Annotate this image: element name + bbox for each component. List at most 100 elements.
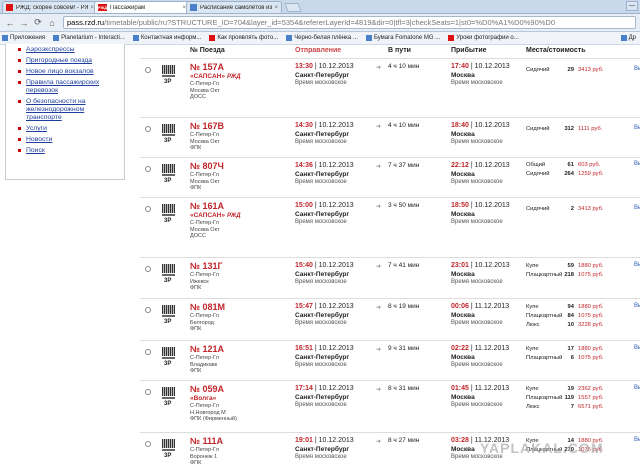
- seat-count: 218: [564, 272, 574, 278]
- train-select-radio[interactable]: [145, 67, 151, 73]
- train-icon: [162, 65, 175, 74]
- departure-timezone: Время московское: [295, 139, 347, 145]
- bookmark-bw-film[interactable]: Черно-белая плёнка ...: [286, 35, 358, 41]
- train-number[interactable]: № 131Г: [190, 261, 223, 271]
- train-class: 3Р: [164, 401, 172, 407]
- bookmark-fomatone[interactable]: Бумага Fomatone MG ...: [365, 35, 440, 41]
- sidebar-menu: Аэроэкспрессы Пригородные поезда Новое л…: [5, 44, 125, 180]
- sidebar-item-news[interactable]: Новости: [6, 136, 124, 144]
- departure-time: 17:14 | 10.12.2013: [295, 385, 354, 392]
- sidebar-item-rules[interactable]: Правила пассажирских перевозок: [6, 79, 124, 95]
- tab-passengers[interactable]: РЖД Пассажирам ×: [94, 1, 190, 13]
- sidebar-item-services[interactable]: Услуги: [6, 125, 124, 133]
- tab-flights[interactable]: Расписание самолётов из С ×: [186, 1, 282, 13]
- train-company: ДОСС: [190, 94, 206, 100]
- train-class: 3Р: [164, 218, 172, 224]
- table-row[interactable]: 3Р № 121А С-Петер-Гл Владикавк ФПК 16:51 | 10…: [140, 340, 640, 380]
- departure-time: 15:47 | 10.12.2013: [295, 303, 354, 310]
- train-company: ФПК: [190, 460, 202, 466]
- train-class: 3Р: [164, 319, 172, 325]
- buy-button[interactable]: Вы: [634, 385, 640, 391]
- seat-price: 3413 руб.: [578, 206, 604, 212]
- new-tab-button[interactable]: [284, 3, 302, 12]
- bookmark-contacts[interactable]: Контактная информ...: [132, 35, 201, 41]
- train-icon: [162, 164, 175, 173]
- table-row[interactable]: 3Р № 131Г С-Петер-Гл Ижевск ФПК 15:40 | 10.12…: [140, 257, 640, 298]
- departure-timezone: Время московское: [295, 454, 347, 460]
- close-tab-icon[interactable]: ×: [274, 5, 278, 11]
- train-number[interactable]: № 807Ч: [190, 161, 224, 171]
- sidebar-item-stations[interactable]: Новое лицо вокзалов: [6, 68, 124, 76]
- train-select-radio[interactable]: [145, 166, 151, 172]
- seat-type: Купе: [526, 346, 539, 352]
- train-select-radio[interactable]: [145, 126, 151, 132]
- col-departure[interactable]: Отправление: [295, 47, 341, 54]
- buy-button[interactable]: Вы: [634, 161, 640, 167]
- bookmark-planetarium[interactable]: Planetarium - Interacti...: [53, 35, 125, 41]
- seat-type: Плацкартный: [526, 313, 563, 319]
- train-select-radio[interactable]: [145, 307, 151, 313]
- departure-timezone: Время московское: [295, 219, 347, 225]
- buy-button[interactable]: Вы: [634, 125, 640, 131]
- buy-button[interactable]: Вы: [634, 66, 640, 72]
- back-arrow-icon[interactable]: ←: [4, 17, 16, 29]
- table-row[interactable]: 3Р № 161А «САПСАН» РЖД С-Петер-Гл Москва Окт Д…: [140, 197, 640, 257]
- rzd-logo-favicon-icon: РЖД: [98, 4, 108, 11]
- train-number[interactable]: № 167В: [190, 121, 224, 131]
- train-rail-icon: [162, 75, 175, 77]
- minimize-window-button[interactable]: —: [626, 1, 638, 11]
- table-row[interactable]: 3Р № 807Ч С-Петер-Гл Москва Окт ФПК 14:36 | 1…: [140, 157, 640, 197]
- sidebar-item-search[interactable]: Поиск: [6, 147, 124, 155]
- tab-label: Расписание самолётов из С: [200, 4, 273, 11]
- col-duration[interactable]: В пути: [388, 47, 411, 54]
- reload-icon[interactable]: ⟳: [32, 17, 44, 29]
- seat-price: 1880 руб.: [578, 263, 604, 269]
- arrow-right-icon: ➜: [376, 387, 382, 393]
- arrival-time: 17:40 | 10.12.2013: [451, 63, 510, 70]
- train-number[interactable]: № 161А: [190, 201, 224, 211]
- train-number[interactable]: № 059А: [190, 384, 224, 394]
- travel-duration: 8 ч 19 мин: [388, 303, 420, 310]
- tab-rzd[interactable]: РЖД: скорее совсем! - РЖД ×: [2, 1, 98, 13]
- buy-button[interactable]: Вы: [634, 303, 640, 309]
- train-icon: [162, 124, 175, 133]
- col-arrival[interactable]: Прибытие: [451, 47, 487, 54]
- buy-button[interactable]: Вы: [634, 205, 640, 211]
- train-select-radio[interactable]: [145, 389, 151, 395]
- train-brand: «Волга»: [190, 395, 217, 402]
- train-select-radio[interactable]: [145, 206, 151, 212]
- train-company: ФПК: [190, 368, 202, 374]
- forward-arrow-icon[interactable]: →: [18, 17, 30, 29]
- home-icon[interactable]: ⌂: [46, 17, 58, 29]
- seat-price: 2362 руб.: [578, 386, 604, 392]
- train-number[interactable]: № 111А: [190, 436, 223, 446]
- train-select-radio[interactable]: [145, 266, 151, 272]
- train-company: ФПК: [190, 285, 202, 291]
- bookmark-develop-photo[interactable]: Как проявлять фото...: [209, 35, 278, 41]
- buy-button[interactable]: Вы: [634, 437, 640, 443]
- buy-button[interactable]: Вы: [634, 345, 640, 351]
- arrival-time: 01:45 | 11.12.2013: [451, 385, 510, 392]
- seat-price: 3228 руб.: [578, 322, 604, 328]
- bookmark-photo-lessons[interactable]: Уроки фотографии о...: [448, 35, 519, 41]
- train-select-radio[interactable]: [145, 349, 151, 355]
- train-number[interactable]: № 157А: [190, 62, 224, 72]
- table-row[interactable]: 3Р № 157А «САПСАН» РЖД С-Петер-Гл Москва Окт Д…: [140, 58, 640, 117]
- table-row[interactable]: 3Р № 059А «Волга» С-Петер-Гл Н.Новгород М ФПК…: [140, 380, 640, 432]
- table-row[interactable]: 3Р № 081М С-Петер-Гл Белгород ФПК 15:47 | 10.…: [140, 298, 640, 340]
- sidebar-item-safety[interactable]: О безопасности на железнодорожном трансп…: [6, 98, 124, 122]
- bookmark-apps[interactable]: Приложения: [2, 35, 45, 41]
- sidebar-item-suburban[interactable]: Пригородные поезда: [6, 57, 124, 65]
- bookmark-other[interactable]: Др: [620, 35, 636, 41]
- sidebar-item-aeroexpress[interactable]: Аэроэкспрессы: [6, 46, 124, 54]
- train-icon: [162, 204, 175, 213]
- train-select-radio[interactable]: [145, 441, 151, 447]
- seat-price: 3413 руб.: [578, 67, 604, 73]
- table-row[interactable]: 3Р № 167В С-Петер-Гл Москва Окт ФПК 14:30 | 1…: [140, 117, 640, 157]
- buy-button[interactable]: Вы: [634, 262, 640, 268]
- arrow-right-icon: ➜: [376, 204, 382, 210]
- train-number[interactable]: № 121А: [190, 344, 224, 354]
- url-input[interactable]: pass.rzd.ru/timetable/public/ru?STRUCTUR…: [63, 16, 636, 29]
- seat-type: Сидячий: [526, 126, 550, 132]
- train-number[interactable]: № 081М: [190, 302, 225, 312]
